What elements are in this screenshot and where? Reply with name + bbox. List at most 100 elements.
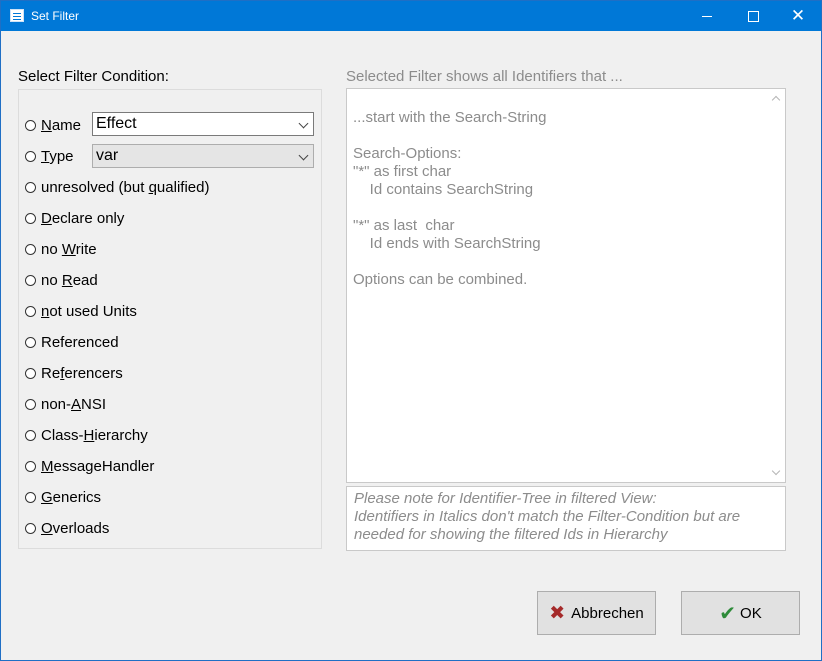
hierarchy-note-box: Please note for Identifier-Tree in filte… <box>346 486 786 551</box>
label-text: eclare only <box>51 209 125 227</box>
radio-button[interactable] <box>25 491 36 503</box>
accelerator-key: M <box>41 457 54 475</box>
maximize-button[interactable] <box>730 1 776 31</box>
note-line: Identifiers in Italics don't match the F… <box>354 508 741 525</box>
accelerator-key: O <box>41 519 53 537</box>
scroll-up-arrow-icon[interactable] <box>771 95 781 105</box>
type-combo[interactable]: var <box>92 144 314 168</box>
accelerator-key: q <box>148 178 157 196</box>
minimize-icon <box>702 15 712 17</box>
label-text: ead <box>72 271 98 289</box>
radio-button[interactable] <box>25 367 36 379</box>
label-text: essageHandler <box>53 457 155 475</box>
radio-option-declare-only[interactable]: Declare only <box>25 208 124 228</box>
radio-option-not-used-units[interactable]: not used Units <box>25 301 137 321</box>
radio-option-unresolved[interactable]: unresolved (but qualified) <box>25 177 209 197</box>
accelerator-key: G <box>41 488 53 506</box>
note-line: Please note for Identifier-Tree in filte… <box>354 490 657 507</box>
radio-option-non-ansi[interactable]: non-ANSI <box>25 394 106 414</box>
label-text: ualified) <box>156 178 210 196</box>
accelerator-key: N <box>41 116 52 134</box>
radio-button[interactable] <box>25 429 36 441</box>
radio-option-label: Type <box>41 148 74 165</box>
label-text: non- <box>41 395 72 413</box>
radio-option-type[interactable]: Type <box>25 146 74 166</box>
chevron-down-icon <box>298 150 309 161</box>
radio-button[interactable] <box>25 336 36 348</box>
radio-option-label: no Write <box>41 241 97 258</box>
radio-button[interactable] <box>25 243 36 255</box>
radio-option-generics[interactable]: Generics <box>25 487 101 507</box>
accelerator-key: W <box>61 240 76 258</box>
name-combo-value: Effect <box>96 115 137 132</box>
filter-description-box: ...start with the Search-String Search-O… <box>346 88 786 483</box>
radio-option-label: Class-Hierarchy <box>41 427 148 444</box>
label-text: ierarchy <box>94 426 148 444</box>
title-bar[interactable]: Set Filter ✕ <box>1 1 821 31</box>
radio-option-label: not used Units <box>41 303 137 320</box>
radio-button[interactable] <box>25 119 36 131</box>
radio-button[interactable] <box>25 181 36 193</box>
label-text: rite <box>75 240 97 258</box>
label-text: ot used Units <box>49 302 137 320</box>
selected-filter-caption: Selected Filter shows all Identifiers th… <box>346 68 623 85</box>
window-title: Set Filter <box>31 9 80 23</box>
radio-option-label: Declare only <box>41 210 124 227</box>
label-text: no <box>41 240 62 258</box>
label-text: Re <box>41 364 61 382</box>
radio-option-label: Referenced <box>41 334 119 351</box>
label-text: ame <box>51 116 82 134</box>
accelerator-key: H <box>83 426 95 444</box>
ok-button-label: OK <box>740 604 762 622</box>
vertical-scrollbar[interactable] <box>768 89 785 482</box>
radio-option-label: non-ANSI <box>41 396 106 413</box>
radio-option-class-hierarchy[interactable]: Class-Hierarchy <box>25 425 148 445</box>
radio-option-overloads[interactable]: Overloads <box>25 518 109 538</box>
radio-option-label: unresolved (but qualified) <box>41 179 209 196</box>
label-text: verloads <box>52 519 110 537</box>
set-filter-dialog: Set Filter ✕ Select Filter Condition: Se… <box>0 0 822 661</box>
radio-button[interactable] <box>25 522 36 534</box>
label-text: Class- <box>41 426 84 444</box>
radio-option-label: no Read <box>41 272 98 289</box>
radio-option-no-write[interactable]: no Write <box>25 239 97 259</box>
x-icon: ✖ <box>549 602 566 624</box>
filter-description-text: ...start with the Search-String Search-O… <box>353 109 547 288</box>
radio-button[interactable] <box>25 212 36 224</box>
checkmark-icon: ✔ <box>719 601 737 625</box>
radio-option-label: Referencers <box>41 365 123 382</box>
minimize-button[interactable] <box>684 1 730 31</box>
radio-button[interactable] <box>25 398 36 410</box>
radio-option-messagehandler[interactable]: MessageHandler <box>25 456 154 476</box>
radio-button[interactable] <box>25 150 36 162</box>
app-list-icon <box>10 9 24 22</box>
radio-button[interactable] <box>25 305 36 317</box>
radio-option-label: Overloads <box>41 520 109 537</box>
name-combo[interactable]: Effect <box>92 112 314 136</box>
radio-button[interactable] <box>25 460 36 472</box>
close-icon: ✕ <box>790 5 806 26</box>
radio-option-label: Generics <box>41 489 101 506</box>
filter-condition-caption: Select Filter Condition: <box>18 68 169 85</box>
label-text: Referenced <box>41 333 119 351</box>
label-text: erencers <box>64 364 123 382</box>
label-text: NSI <box>81 395 107 413</box>
maximize-icon <box>747 10 759 22</box>
accelerator-key: R <box>61 271 73 289</box>
radio-option-no-read[interactable]: no Read <box>25 270 98 290</box>
radio-option-label: Name <box>41 117 81 134</box>
accelerator-key: D <box>41 209 52 227</box>
radio-button[interactable] <box>25 274 36 286</box>
ok-button[interactable]: ✔ OK <box>681 591 800 635</box>
radio-option-referencers[interactable]: Referencers <box>25 363 123 383</box>
chevron-down-icon <box>298 118 309 129</box>
label-text: ype <box>49 147 74 165</box>
type-combo-value: var <box>96 147 119 164</box>
close-button[interactable]: ✕ <box>775 1 821 31</box>
radio-option-name[interactable]: Name <box>25 115 81 135</box>
radio-option-referenced[interactable]: Referenced <box>25 332 119 352</box>
scroll-down-arrow-icon[interactable] <box>771 466 781 476</box>
label-text: enerics <box>52 488 102 506</box>
label-text: unresolved (but <box>41 178 149 196</box>
cancel-button[interactable]: ✖ Abbrechen <box>537 591 656 635</box>
